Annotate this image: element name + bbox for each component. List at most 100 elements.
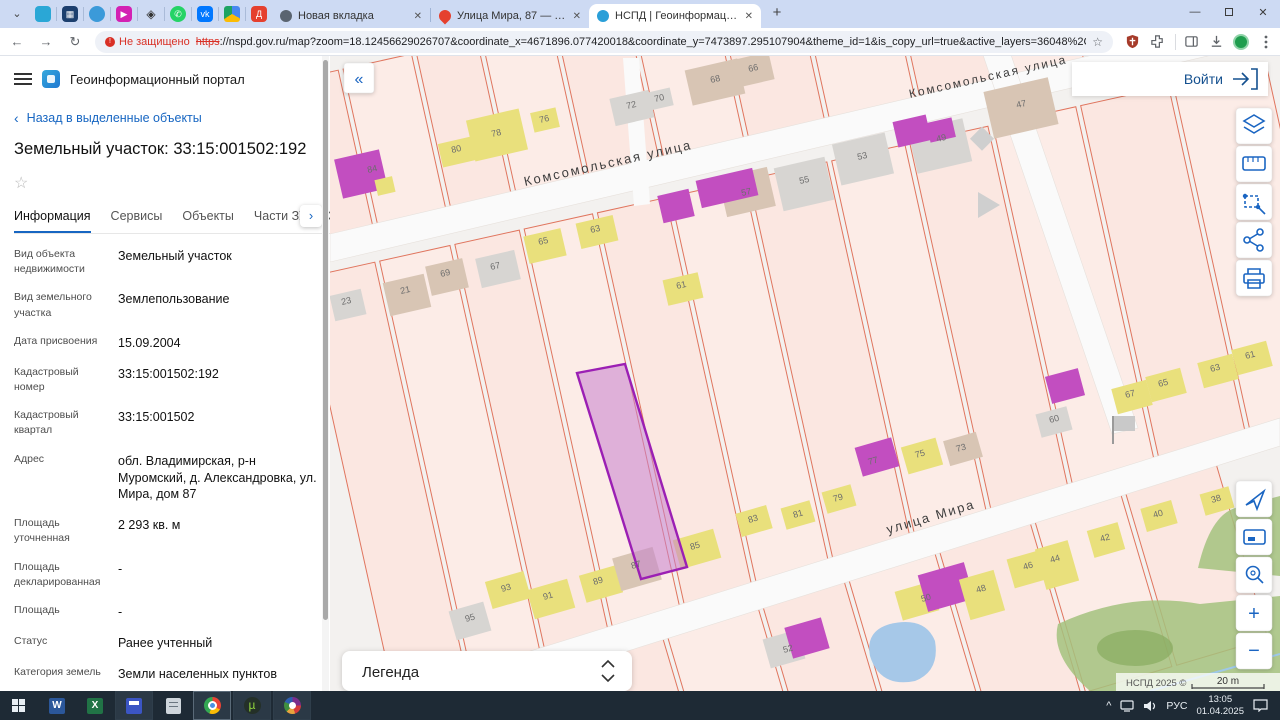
pinned-tab-drive-icon[interactable] — [224, 6, 240, 22]
minimap-button[interactable] — [1235, 518, 1273, 556]
login-bar[interactable]: Войти — [1072, 62, 1268, 96]
pinned-tab-whatsapp-icon[interactable]: ✆ — [170, 6, 186, 22]
pinned-tab-play-icon[interactable]: ▶ — [116, 6, 132, 22]
taskbar-word-icon[interactable]: W — [38, 691, 76, 720]
zoom-out-button[interactable]: − — [1235, 632, 1273, 670]
tab-title: НСПД | Геоинформационный — [615, 10, 739, 22]
downloads-icon[interactable] — [1205, 31, 1227, 53]
sidebar-scrollbar[interactable] — [322, 56, 329, 691]
pinned-tab-dzen-icon[interactable]: Д — [251, 6, 267, 22]
field-label: Кадастровый номер — [14, 365, 79, 393]
tab-close-icon[interactable]: ✕ — [745, 11, 753, 22]
bookmark-star-icon[interactable]: ☆ — [1092, 35, 1103, 49]
field-label: Кадастровый квартал — [14, 409, 79, 437]
clock-time: 13:05 — [1208, 693, 1233, 705]
window-controls: — ✕ — [1178, 0, 1280, 24]
taskbar-chrome-icon[interactable] — [193, 691, 231, 720]
restore-button[interactable] — [1212, 0, 1246, 24]
field-label: Вид земельного участка — [14, 291, 92, 319]
field-label: Вид объекта недвижимости — [14, 248, 85, 276]
pinned-tab-grid-icon[interactable]: ▦ — [62, 6, 78, 22]
back-button[interactable]: ← — [5, 30, 29, 54]
tab-objects[interactable]: Объекты — [182, 209, 234, 233]
menu-hamburger-icon[interactable] — [14, 73, 32, 85]
tab-nspd-active[interactable]: НСПД | Геоинформационный ✕ — [589, 4, 761, 28]
portal-logo — [42, 70, 60, 88]
security-label[interactable]: Не защищено — [119, 36, 190, 48]
tab-yandex-maps[interactable]: Улица Мира, 87 — Яндекс Ка ✕ — [431, 4, 589, 28]
favorite-star-icon[interactable]: ☆ — [14, 173, 330, 193]
tray-expand-icon[interactable]: ^ — [1106, 700, 1111, 712]
field-value: Ранее учтенный — [118, 636, 213, 650]
map-copyright: НСПД 2025 © — [1126, 678, 1186, 689]
map-canvas[interactable]: 84 80 78 76 72 70 68 66 53 55 57 49 47 2… — [254, 0, 1280, 720]
minimize-button[interactable]: — — [1178, 0, 1212, 24]
network-icon[interactable] — [1120, 699, 1135, 712]
locate-button[interactable] — [1235, 480, 1273, 518]
browser-toolbar: ← → ↻ ! Не защищено https://nspd.gov.ru/… — [0, 28, 1280, 56]
url-text[interactable]: https://nspd.gov.ru/map?zoom=18.12456629… — [196, 36, 1087, 48]
legend-bar[interactable]: Легенда — [342, 651, 632, 691]
scale-label: 20 m — [1217, 676, 1239, 687]
legend-label: Легенда — [362, 664, 420, 681]
plus-icon: + — [1248, 603, 1260, 625]
taskbar-app-blue-icon[interactable] — [115, 691, 153, 720]
tab-information[interactable]: Информация — [14, 209, 91, 233]
notifications-icon[interactable] — [1253, 699, 1268, 712]
volume-icon[interactable] — [1143, 700, 1157, 712]
field-label: Категория земель — [14, 665, 101, 678]
field-value: 15.09.2004 — [118, 335, 181, 350]
tab-services[interactable]: Сервисы — [111, 209, 163, 233]
ruler-button[interactable] — [1235, 145, 1273, 183]
tab-close-icon[interactable]: ✕ — [573, 11, 581, 22]
tab-title: Новая вкладка — [298, 10, 374, 22]
collapse-sidebar-button[interactable]: « — [343, 62, 375, 94]
taskbar-picasa-icon[interactable] — [273, 691, 311, 720]
pinned-tab-diamond-icon[interactable]: ◈ — [143, 6, 159, 22]
tabs-scroll-right-icon[interactable]: › — [300, 205, 322, 227]
search-coordinates-button[interactable] — [1235, 556, 1273, 594]
clock-date: 01.04.2025 — [1196, 705, 1244, 717]
field-label: Статус — [14, 635, 48, 647]
pinned-tab-vk-icon[interactable]: vk — [197, 6, 213, 22]
extensions-puzzle-icon[interactable] — [1146, 31, 1168, 53]
tab-close-icon[interactable]: ✕ — [414, 11, 422, 22]
back-to-selected-link[interactable]: ‹ Назад в выделенные объекты — [14, 110, 330, 126]
pinned-tab-globe-icon[interactable] — [35, 6, 51, 22]
tab-title: Улица Мира, 87 — Яндекс Ка — [457, 10, 567, 22]
chevron-left-icon: ‹ — [14, 110, 19, 126]
forward-button[interactable]: → — [34, 30, 58, 54]
reload-button[interactable]: ↻ — [63, 30, 87, 54]
field-value: обл. Владимирская, р-н Муромский, д. Але… — [118, 453, 317, 502]
portal-title: Геоинформационный портал — [70, 71, 245, 87]
new-tab-button[interactable]: + — [765, 2, 789, 26]
login-label[interactable]: Войти — [1184, 71, 1223, 87]
menu-kebab-icon[interactable] — [1255, 31, 1277, 53]
field-label: Площадь уточненная — [14, 517, 70, 545]
url-rest: ://nspd.gov.ru/map?zoom=18.1245662902670… — [219, 35, 1087, 48]
layers-button[interactable] — [1235, 107, 1273, 145]
minus-icon: − — [1248, 640, 1260, 662]
tab-new-tab[interactable]: Новая вкладка ✕ — [272, 4, 430, 28]
side-panel-icon[interactable] — [1180, 31, 1202, 53]
taskbar-app-gray-icon[interactable] — [154, 691, 192, 720]
taskbar-utorrent-icon[interactable]: µ — [233, 691, 271, 720]
tab-search-icon[interactable]: ⌄ — [6, 4, 28, 24]
adblock-shield-icon[interactable] — [1121, 31, 1143, 53]
field-value: 33:15:001502 — [118, 410, 195, 425]
select-area-button[interactable] — [1235, 183, 1273, 221]
clock[interactable]: 13:05 01.04.2025 — [1196, 694, 1244, 718]
back-link-label: Назад в выделенные объекты — [26, 111, 202, 125]
taskbar-excel-icon[interactable]: X — [76, 691, 114, 720]
language-indicator[interactable]: РУС — [1166, 700, 1187, 712]
green-area-dark — [1097, 630, 1173, 666]
pinned-tab-messenger-icon[interactable] — [89, 6, 105, 22]
zoom-in-button[interactable]: + — [1235, 594, 1273, 632]
field-label: Дата присвоения — [14, 334, 98, 347]
print-button[interactable] — [1235, 259, 1273, 297]
close-button[interactable]: ✕ — [1246, 0, 1280, 24]
address-bar[interactable]: ! Не защищено https://nspd.gov.ru/map?zo… — [95, 30, 1113, 53]
share-button[interactable] — [1235, 221, 1273, 259]
profile-avatar[interactable] — [1230, 31, 1252, 53]
start-button[interactable] — [0, 691, 38, 720]
